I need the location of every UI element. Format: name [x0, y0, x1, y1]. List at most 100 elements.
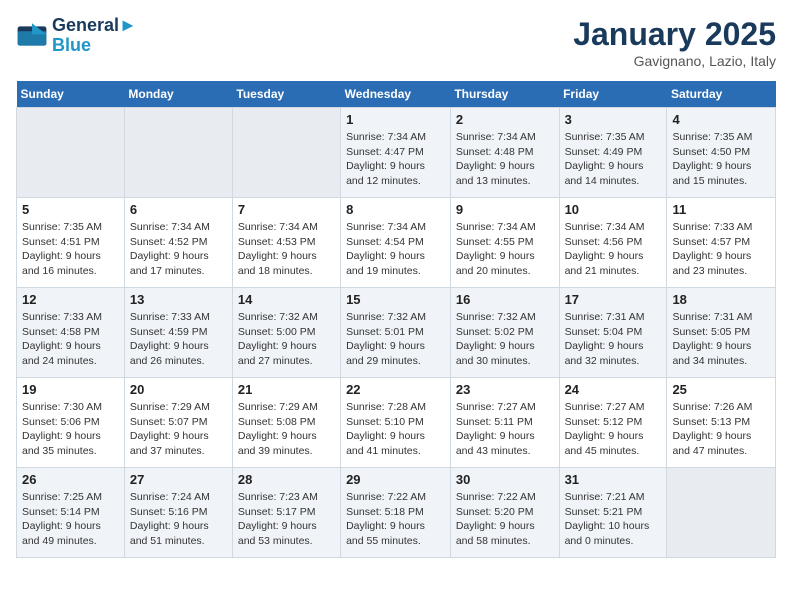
day-number: 23 — [456, 382, 554, 397]
calendar-cell: 9 Sunrise: 7:34 AMSunset: 4:55 PMDaylight… — [450, 198, 559, 288]
page-header: General► Blue January 2025 Gavignano, La… — [16, 16, 776, 69]
day-number: 17 — [565, 292, 662, 307]
calendar-cell: 28 Sunrise: 7:23 AMSunset: 5:17 PMDayligh… — [232, 468, 340, 558]
calendar-cell: 22 Sunrise: 7:28 AMSunset: 5:10 PMDayligh… — [341, 378, 451, 468]
calendar-cell: 30 Sunrise: 7:22 AMSunset: 5:20 PMDayligh… — [450, 468, 559, 558]
calendar-cell: 29 Sunrise: 7:22 AMSunset: 5:18 PMDayligh… — [341, 468, 451, 558]
calendar-cell: 17 Sunrise: 7:31 AMSunset: 5:04 PMDayligh… — [559, 288, 667, 378]
day-info: Sunrise: 7:31 AMSunset: 5:05 PMDaylight:… — [672, 310, 770, 369]
day-number: 9 — [456, 202, 554, 217]
calendar-cell — [124, 108, 232, 198]
calendar-cell: 11 Sunrise: 7:33 AMSunset: 4:57 PMDayligh… — [667, 198, 776, 288]
day-info: Sunrise: 7:29 AMSunset: 5:07 PMDaylight:… — [130, 400, 227, 459]
weekday-header: Friday — [559, 81, 667, 108]
day-number: 30 — [456, 472, 554, 487]
day-number: 21 — [238, 382, 335, 397]
calendar-table: SundayMondayTuesdayWednesdayThursdayFrid… — [16, 81, 776, 558]
day-number: 20 — [130, 382, 227, 397]
day-info: Sunrise: 7:31 AMSunset: 5:04 PMDaylight:… — [565, 310, 662, 369]
day-number: 28 — [238, 472, 335, 487]
calendar-cell: 18Sunrise: 7:31 AMSunset: 5:05 PMDayligh… — [667, 288, 776, 378]
day-info: Sunrise: 7:26 AMSunset: 5:13 PMDaylight:… — [672, 400, 770, 459]
calendar-week-row: 12 Sunrise: 7:33 AMSunset: 4:58 PMDayligh… — [17, 288, 776, 378]
day-info: Sunrise: 7:32 AMSunset: 5:01 PMDaylight:… — [346, 310, 445, 369]
calendar-cell: 8Sunrise: 7:34 AMSunset: 4:54 PMDaylight… — [341, 198, 451, 288]
day-info: Sunrise: 7:34 AMSunset: 4:56 PMDaylight:… — [565, 220, 662, 279]
day-number: 27 — [130, 472, 227, 487]
calendar-week-row: 1 Sunrise: 7:34 AMSunset: 4:47 PMDaylight… — [17, 108, 776, 198]
calendar-cell: 23 Sunrise: 7:27 AMSunset: 5:11 PMDayligh… — [450, 378, 559, 468]
day-info: Sunrise: 7:22 AMSunset: 5:18 PMDaylight:… — [346, 490, 445, 549]
day-number: 7 — [238, 202, 335, 217]
day-number: 13 — [130, 292, 227, 307]
calendar-week-row: 26Sunrise: 7:25 AMSunset: 5:14 PMDayligh… — [17, 468, 776, 558]
calendar-cell: 21Sunrise: 7:29 AMSunset: 5:08 PMDayligh… — [232, 378, 340, 468]
weekday-header: Saturday — [667, 81, 776, 108]
day-info: Sunrise: 7:35 AMSunset: 4:51 PMDaylight:… — [22, 220, 119, 279]
day-number: 15 — [346, 292, 445, 307]
calendar-week-row: 19 Sunrise: 7:30 AMSunset: 5:06 PMDayligh… — [17, 378, 776, 468]
calendar-cell — [17, 108, 125, 198]
day-number: 8 — [346, 202, 445, 217]
calendar-cell: 12 Sunrise: 7:33 AMSunset: 4:58 PMDayligh… — [17, 288, 125, 378]
day-info: Sunrise: 7:35 AMSunset: 4:49 PMDaylight:… — [565, 130, 662, 189]
calendar-cell: 1 Sunrise: 7:34 AMSunset: 4:47 PMDaylight… — [341, 108, 451, 198]
day-number: 1 — [346, 112, 445, 127]
day-number: 29 — [346, 472, 445, 487]
day-info: Sunrise: 7:33 AMSunset: 4:58 PMDaylight:… — [22, 310, 119, 369]
day-info: Sunrise: 7:33 AMSunset: 4:57 PMDaylight:… — [672, 220, 770, 279]
calendar-cell: 13 Sunrise: 7:33 AMSunset: 4:59 PMDayligh… — [124, 288, 232, 378]
calendar-cell: 15 Sunrise: 7:32 AMSunset: 5:01 PMDayligh… — [341, 288, 451, 378]
day-info: Sunrise: 7:34 AMSunset: 4:53 PMDaylight:… — [238, 220, 335, 279]
calendar-cell: 31Sunrise: 7:21 AMSunset: 5:21 PMDayligh… — [559, 468, 667, 558]
day-info: Sunrise: 7:33 AMSunset: 4:59 PMDaylight:… — [130, 310, 227, 369]
day-number: 2 — [456, 112, 554, 127]
title-block: January 2025 Gavignano, Lazio, Italy — [573, 16, 776, 69]
day-number: 24 — [565, 382, 662, 397]
day-info: Sunrise: 7:30 AMSunset: 5:06 PMDaylight:… — [22, 400, 119, 459]
day-number: 4 — [672, 112, 770, 127]
location: Gavignano, Lazio, Italy — [573, 53, 776, 69]
calendar-cell: 10 Sunrise: 7:34 AMSunset: 4:56 PMDayligh… — [559, 198, 667, 288]
calendar-cell: 3Sunrise: 7:35 AMSunset: 4:49 PMDaylight… — [559, 108, 667, 198]
calendar-cell — [667, 468, 776, 558]
calendar-week-row: 5 Sunrise: 7:35 AMSunset: 4:51 PMDaylight… — [17, 198, 776, 288]
calendar-cell: 14Sunrise: 7:32 AMSunset: 5:00 PMDayligh… — [232, 288, 340, 378]
calendar-cell — [232, 108, 340, 198]
day-info: Sunrise: 7:22 AMSunset: 5:20 PMDaylight:… — [456, 490, 554, 549]
day-info: Sunrise: 7:23 AMSunset: 5:17 PMDaylight:… — [238, 490, 335, 549]
day-number: 10 — [565, 202, 662, 217]
day-number: 16 — [456, 292, 554, 307]
day-number: 11 — [672, 202, 770, 217]
day-number: 19 — [22, 382, 119, 397]
day-number: 5 — [22, 202, 119, 217]
weekday-header: Tuesday — [232, 81, 340, 108]
calendar-cell: 2 Sunrise: 7:34 AMSunset: 4:48 PMDaylight… — [450, 108, 559, 198]
logo-icon — [16, 20, 48, 52]
weekday-header-row: SundayMondayTuesdayWednesdayThursdayFrid… — [17, 81, 776, 108]
day-info: Sunrise: 7:27 AMSunset: 5:11 PMDaylight:… — [456, 400, 554, 459]
calendar-cell: 5 Sunrise: 7:35 AMSunset: 4:51 PMDaylight… — [17, 198, 125, 288]
day-info: Sunrise: 7:35 AMSunset: 4:50 PMDaylight:… — [672, 130, 770, 189]
calendar-cell: 27Sunrise: 7:24 AMSunset: 5:16 PMDayligh… — [124, 468, 232, 558]
day-number: 26 — [22, 472, 119, 487]
day-number: 22 — [346, 382, 445, 397]
weekday-header: Monday — [124, 81, 232, 108]
day-number: 14 — [238, 292, 335, 307]
day-info: Sunrise: 7:34 AMSunset: 4:48 PMDaylight:… — [456, 130, 554, 189]
day-info: Sunrise: 7:28 AMSunset: 5:10 PMDaylight:… — [346, 400, 445, 459]
weekday-header: Wednesday — [341, 81, 451, 108]
day-number: 12 — [22, 292, 119, 307]
calendar-cell: 20 Sunrise: 7:29 AMSunset: 5:07 PMDayligh… — [124, 378, 232, 468]
day-number: 25 — [672, 382, 770, 397]
day-info: Sunrise: 7:34 AMSunset: 4:52 PMDaylight:… — [130, 220, 227, 279]
logo: General► Blue — [16, 16, 137, 56]
day-info: Sunrise: 7:32 AMSunset: 5:02 PMDaylight:… — [456, 310, 554, 369]
day-info: Sunrise: 7:34 AMSunset: 4:55 PMDaylight:… — [456, 220, 554, 279]
day-info: Sunrise: 7:34 AMSunset: 4:47 PMDaylight:… — [346, 130, 445, 189]
weekday-header: Sunday — [17, 81, 125, 108]
month-title: January 2025 — [573, 16, 776, 53]
day-info: Sunrise: 7:21 AMSunset: 5:21 PMDaylight:… — [565, 490, 662, 549]
calendar-cell: 25 Sunrise: 7:26 AMSunset: 5:13 PMDayligh… — [667, 378, 776, 468]
calendar-cell: 24Sunrise: 7:27 AMSunset: 5:12 PMDayligh… — [559, 378, 667, 468]
